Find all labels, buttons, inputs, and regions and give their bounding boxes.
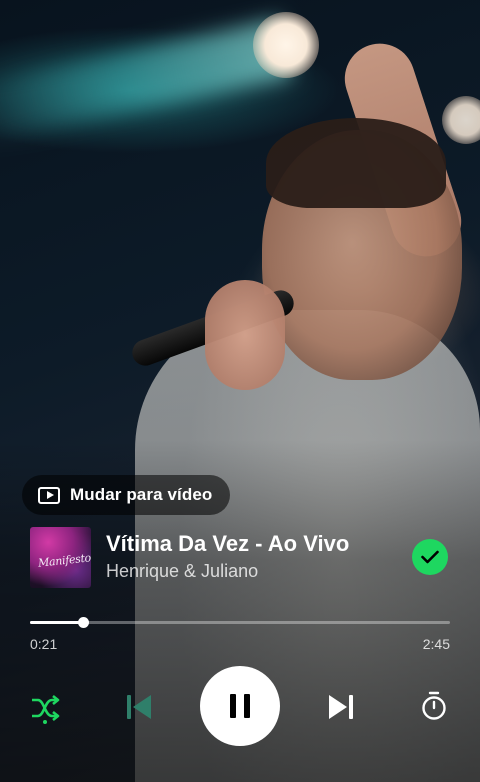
saved-to-library-button[interactable] — [412, 539, 448, 575]
playback-progress-bar[interactable] — [30, 617, 450, 635]
track-meta: Vítima Da Vez - Ao Vivo Henrique & Julia… — [106, 530, 412, 584]
play-video-icon — [38, 486, 60, 504]
total-time: 2:45 — [422, 636, 450, 652]
saved-check-icon — [421, 550, 439, 564]
stage-light-beam — [0, 18, 293, 146]
elapsed-time: 0:21 — [30, 636, 58, 652]
album-cover[interactable]: Manifesto — [30, 526, 91, 588]
sleep-timer-button[interactable] — [414, 686, 454, 726]
singer-hair — [266, 118, 446, 208]
pause-icon — [230, 694, 250, 718]
now-playing-track: Manifesto Vítima Da Vez - Ao Vivo Henriq… — [30, 526, 450, 588]
previous-track-button[interactable] — [118, 686, 160, 728]
next-track-button[interactable] — [320, 686, 362, 728]
shuffle-icon — [32, 694, 60, 722]
switch-to-video-label: Mudar para vídeo — [70, 485, 213, 504]
stage-light — [253, 12, 319, 78]
shuffle-active-indicator — [43, 720, 47, 724]
switch-to-video-button[interactable]: Mudar para vídeo — [22, 475, 230, 515]
album-cover-text: Manifesto — [37, 550, 91, 570]
track-title[interactable]: Vítima Da Vez - Ao Vivo — [106, 530, 412, 558]
progress-handle[interactable] — [78, 617, 90, 628]
progress-track — [30, 621, 450, 624]
pause-button[interactable] — [200, 666, 280, 746]
skip-next-icon — [329, 695, 353, 719]
playback-controls — [0, 664, 480, 748]
progress-fill — [30, 621, 84, 624]
track-artist[interactable]: Henrique & Juliano — [106, 558, 412, 584]
skip-previous-icon — [127, 695, 151, 719]
timer-icon — [422, 691, 446, 720]
singer-hand — [205, 280, 285, 390]
stage-light — [442, 96, 480, 144]
